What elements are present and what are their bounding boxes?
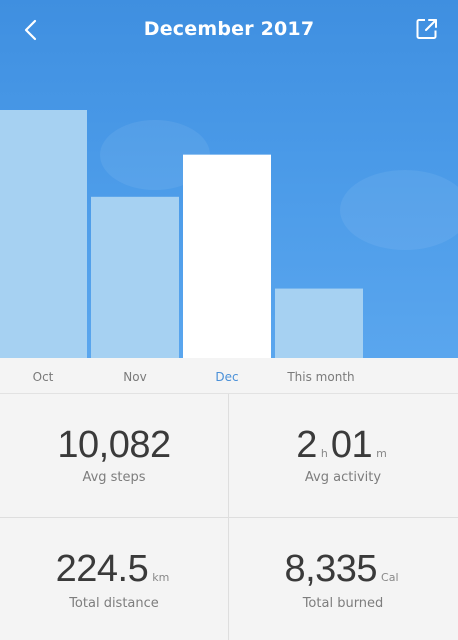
activity-hours-unit: h	[320, 447, 328, 460]
bar-this-month[interactable]	[275, 288, 363, 358]
bar-nov[interactable]	[91, 196, 179, 358]
avg-activity-label: Avg activity	[304, 470, 382, 485]
total-burned-label: Total burned	[302, 596, 384, 611]
share-icon	[416, 19, 437, 39]
header: December 2017	[0, 0, 458, 358]
avg-steps-label: Avg steps	[82, 470, 146, 485]
activity-minutes-unit: m	[376, 447, 387, 460]
stat-total-distance: 224.5 km Total distance	[0, 518, 228, 640]
tab-nov[interactable]: Nov	[92, 370, 178, 384]
month-tabs: Oct Nov Dec This month	[0, 358, 458, 394]
activity-hours: 2	[296, 424, 317, 466]
total-distance-label: Total distance	[69, 596, 159, 611]
stat-total-burned: 8,335 Cal Total burned	[229, 518, 457, 640]
activity-minutes: 01	[330, 424, 373, 466]
total-distance-unit: km	[152, 571, 170, 584]
stat-avg-steps: 10,082 Avg steps	[0, 394, 228, 517]
bar-chart	[0, 110, 363, 358]
bar-oct[interactable]	[0, 110, 87, 358]
stat-avg-activity: 2 h01 m Avg activity	[229, 394, 457, 517]
stats-grid: 10,082 Avg steps 2 h01 m Avg activity 224.…	[0, 394, 458, 640]
total-burned-value: 8,335	[284, 548, 378, 590]
page-title: December 2017	[143, 18, 315, 40]
avg-steps-value: 10,082	[57, 424, 171, 466]
tab-this-month[interactable]: This month	[276, 370, 366, 384]
bar-dec[interactable]	[183, 154, 271, 358]
tab-dec[interactable]: Dec	[184, 370, 270, 384]
total-burned-unit: Cal	[381, 571, 399, 584]
tab-oct[interactable]: Oct	[0, 370, 86, 384]
total-distance-value: 224.5	[55, 548, 149, 590]
share-button[interactable]	[414, 16, 440, 42]
